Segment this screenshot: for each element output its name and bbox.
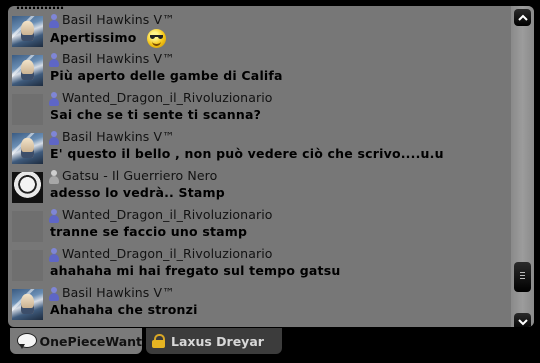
chat-message: Wanted_Dragon_il_Rivoluzionariotranne se… <box>8 205 511 243</box>
user-icon <box>49 209 59 223</box>
message-text-content: ahahaha mi hai fregato sul tempo gatsu <box>50 263 341 278</box>
user-icon <box>49 53 59 67</box>
message-text-content: Più aperto delle gambe di Califa <box>50 68 283 83</box>
avatar[interactable] <box>12 55 43 86</box>
chat-message: Basil Hawkins V™ Più aperto delle gambe d… <box>8 49 511 87</box>
tab-label: OnePieceWant <box>39 333 142 349</box>
lock-icon <box>152 334 165 348</box>
chevron-up-icon <box>517 14 528 21</box>
message-text: E' questo il bello , non può vedere ciò … <box>50 146 444 161</box>
message-list[interactable]: ………… Basil Hawkins V™ApertissimoBasil Ha… <box>8 6 511 327</box>
message-username[interactable]: Basil Hawkins V™ <box>62 12 175 27</box>
message-text: Sai che se ti sente ti scanna? <box>50 107 261 122</box>
chat-message: Basil Hawkins V™ E' questo il bello , non… <box>8 127 511 165</box>
tab-bar: OnePieceWant Laxus Dreyar <box>0 327 540 363</box>
message-text: Più aperto delle gambe di Califa <box>50 68 283 83</box>
scroll-up-button[interactable] <box>514 9 531 26</box>
chat-message: Basil Hawkins V™ Ahahaha che stronzi <box>8 283 511 321</box>
message-text: Ahahaha che stronzi <box>50 302 198 317</box>
message-username[interactable]: Wanted_Dragon_il_Rivoluzionario <box>62 90 273 105</box>
sunglasses-smiley-icon <box>146 29 166 48</box>
message-username[interactable]: Basil Hawkins V™ <box>62 51 175 66</box>
chat-window: ………… Basil Hawkins V™ApertissimoBasil Ha… <box>8 6 534 327</box>
user-icon <box>49 287 59 301</box>
message-username[interactable]: Wanted_Dragon_il_Rivoluzionario <box>62 207 273 222</box>
user-icon <box>49 248 59 262</box>
user-icon <box>49 92 59 106</box>
chat-bubble-icon <box>17 333 37 349</box>
scroll-thumb[interactable] <box>514 262 531 293</box>
message-text: adesso lo vedrà.. Stamp <box>50 185 225 200</box>
vertical-scrollbar[interactable] <box>511 6 534 327</box>
message-text-content: Apertissimo <box>50 30 137 45</box>
avatar[interactable] <box>12 250 43 281</box>
chat-message: Wanted_Dragon_il_Rivoluzionario Sai che s… <box>8 88 511 126</box>
message-username[interactable]: Basil Hawkins V™ <box>62 129 175 144</box>
avatar[interactable] <box>12 16 43 47</box>
tab-onepiecewant[interactable]: OnePieceWant <box>10 328 142 354</box>
grip-icon <box>520 272 525 281</box>
message-text-content: E' questo il bello , non può vedere ciò … <box>50 146 444 161</box>
scroll-down-button[interactable] <box>514 313 531 327</box>
user-icon <box>49 170 59 184</box>
message-username[interactable]: Basil Hawkins V™ <box>62 285 175 300</box>
tab-label: Laxus Dreyar <box>171 333 264 349</box>
avatar[interactable] <box>12 133 43 164</box>
tab-laxus-dreyar[interactable]: Laxus Dreyar <box>146 328 282 354</box>
chat-message: Wanted_Dragon_il_Rivoluzionarioahahaha m… <box>8 244 511 282</box>
chevron-down-icon <box>517 318 528 325</box>
avatar[interactable] <box>12 289 43 320</box>
message-text: ahahaha mi hai fregato sul tempo gatsu <box>50 263 340 278</box>
avatar[interactable] <box>12 94 43 125</box>
message-username[interactable]: Wanted_Dragon_il_Rivoluzionario <box>62 246 273 261</box>
message-username[interactable]: Gatsu - Il Guerriero Nero <box>62 168 217 183</box>
avatar[interactable] <box>12 211 43 242</box>
message-text-content: tranne se faccio uno stamp <box>50 224 248 239</box>
user-icon <box>49 131 59 145</box>
message-text-content: Sai che se ti sente ti scanna? <box>50 107 262 122</box>
message-text-content: Ahahaha che stronzi <box>50 302 198 317</box>
chat-message: Gatsu - Il Guerriero Nero adesso lo vedrà… <box>8 166 511 204</box>
message-text: tranne se faccio uno stamp <box>50 224 247 239</box>
user-icon <box>49 14 59 28</box>
chat-message: Basil Hawkins V™ Apertissimo <box>8 10 511 48</box>
message-text-content: adesso lo vedrà.. Stamp <box>50 185 225 200</box>
message-text: Apertissimo <box>50 29 166 48</box>
avatar[interactable] <box>12 172 43 203</box>
